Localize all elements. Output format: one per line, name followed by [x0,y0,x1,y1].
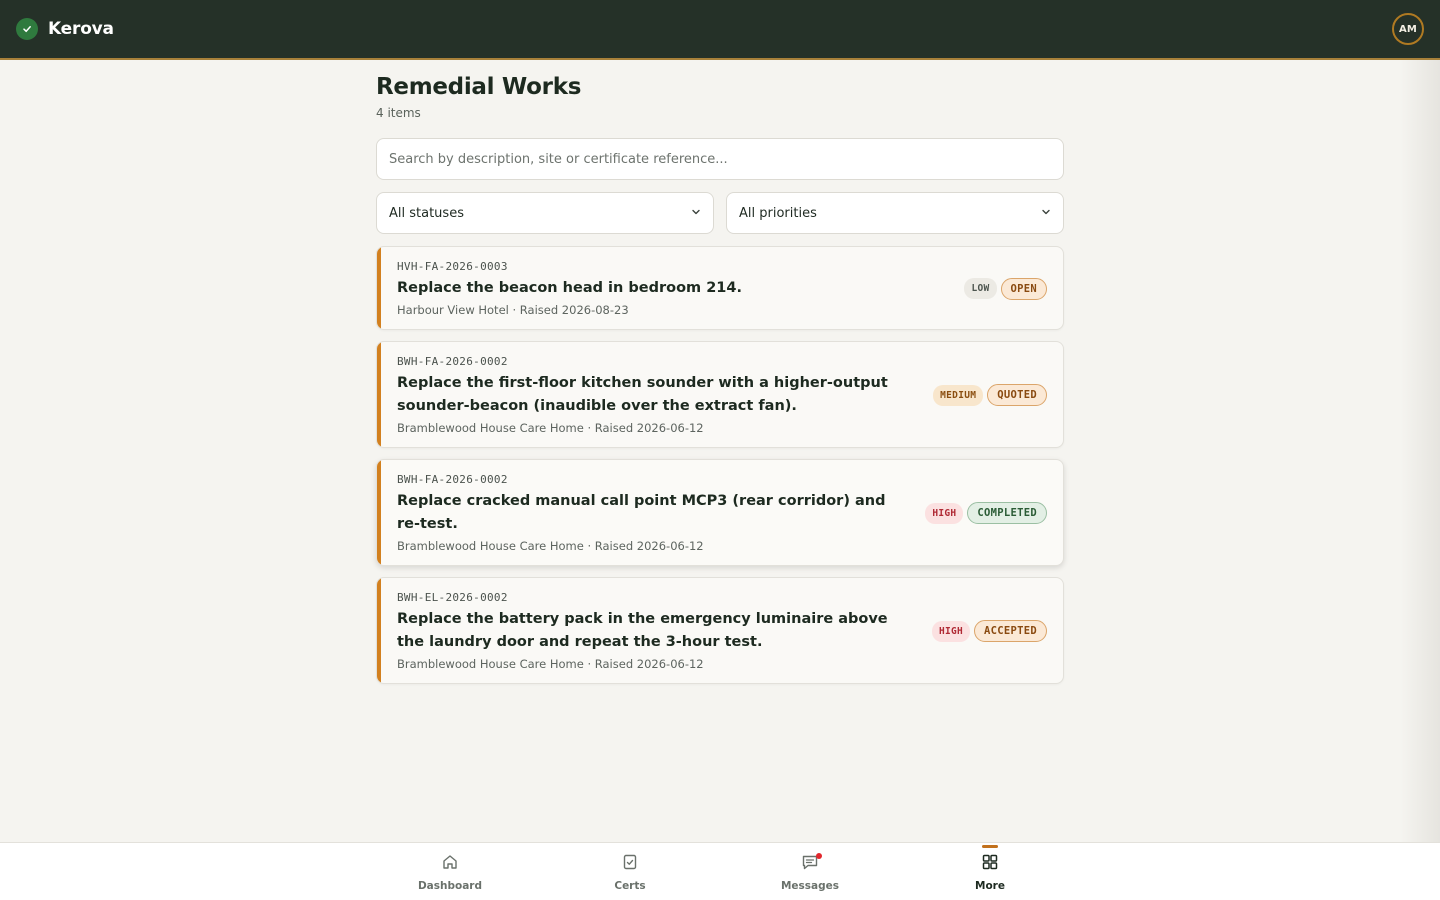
priority-filter-value: All priorities [739,205,817,221]
chevron-down-icon [691,206,701,221]
nav-label: Messages [780,879,840,892]
page-title: Remedial Works [376,74,582,100]
certificate-reference: BWH-EL-2026-0002 [397,591,508,604]
list-item[interactable]: HVH-FA-2026-0003 Replace the beacon head… [376,246,1064,330]
item-meta: Bramblewood House Care Home · Raised 202… [397,421,704,435]
priority-badge: LOW [964,278,997,299]
item-badges: HIGH COMPLETED [925,502,1047,524]
item-meta: Bramblewood House Care Home · Raised 202… [397,539,704,553]
item-badges: LOW OPEN [964,277,1047,300]
priority-badge: HIGH [925,502,964,524]
check-icon [16,18,38,40]
item-badges: MEDIUM QUOTED [933,384,1047,406]
app-name: Kerova [48,19,114,39]
list-item[interactable]: BWH-FA-2026-0002 Replace the first-floor… [376,341,1064,448]
nav-item-dashboard[interactable]: Dashboard [360,843,540,900]
certificate-icon [621,853,639,875]
item-body: BWH-FA-2026-0002 Replace cracked manual … [397,473,925,553]
filters: All statuses All priorities [376,192,1064,234]
notification-dot [816,853,822,859]
status-badge: ACCEPTED [974,620,1047,642]
item-body: BWH-FA-2026-0002 Replace the first-floor… [397,355,933,435]
top-bar: Kerova AM [0,0,1440,60]
search-box[interactable] [376,138,1064,180]
nav-label: More [975,879,1005,892]
item-description: Replace the beacon head in bedroom 214. [397,280,742,296]
nav-item-more[interactable]: More [900,843,1080,900]
item-description: Replace the battery pack in the emergenc… [397,611,888,650]
status-filter-select[interactable]: All statuses [376,192,714,234]
nav-label: Certs [614,879,646,892]
item-meta: Harbour View Hotel · Raised 2026-08-23 [397,303,629,317]
grid-icon [981,853,999,875]
main-content: Remedial Works 4 items All statuses All … [376,60,1064,684]
user-avatar[interactable]: AM [1392,13,1424,45]
item-meta: Bramblewood House Care Home · Raised 202… [397,657,704,671]
status-badge: OPEN [1000,277,1047,300]
brand[interactable]: Kerova [16,18,114,40]
priority-badge: HIGH [931,620,971,642]
item-badges: HIGH ACCEPTED [931,620,1047,642]
priority-filter-select[interactable]: All priorities [726,192,1064,234]
nav-item-messages[interactable]: Messages [720,843,900,900]
certificate-reference: BWH-FA-2026-0002 [397,473,508,486]
search-input[interactable] [389,151,1051,167]
item-body: HVH-FA-2026-0003 Replace the beacon head… [397,260,964,317]
bottom-navigation: Dashboard Certs Messages More [0,842,1440,900]
certificate-reference: BWH-FA-2026-0002 [397,355,508,368]
status-filter-value: All statuses [389,205,464,221]
nav-item-certs[interactable]: Certs [540,843,720,900]
item-description: Replace the first-floor kitchen sounder … [397,375,888,414]
home-icon [441,853,459,875]
item-count: 4 items [376,106,421,120]
item-body: BWH-EL-2026-0002 Replace the battery pac… [397,591,932,671]
priority-badge: MEDIUM [933,384,984,406]
item-description: Replace cracked manual call point MCP3 (… [397,493,886,532]
status-badge: QUOTED [987,384,1047,406]
remedial-works-list: HVH-FA-2026-0003 Replace the beacon head… [376,246,1064,684]
list-item[interactable]: BWH-EL-2026-0002 Replace the battery pac… [376,577,1064,684]
chevron-down-icon [1041,206,1051,221]
certificate-reference: HVH-FA-2026-0003 [397,260,508,273]
list-item[interactable]: BWH-FA-2026-0002 Replace cracked manual … [376,459,1064,566]
status-badge: COMPLETED [967,502,1047,524]
edge-shadow [1400,60,1440,900]
nav-label: Dashboard [417,879,483,892]
